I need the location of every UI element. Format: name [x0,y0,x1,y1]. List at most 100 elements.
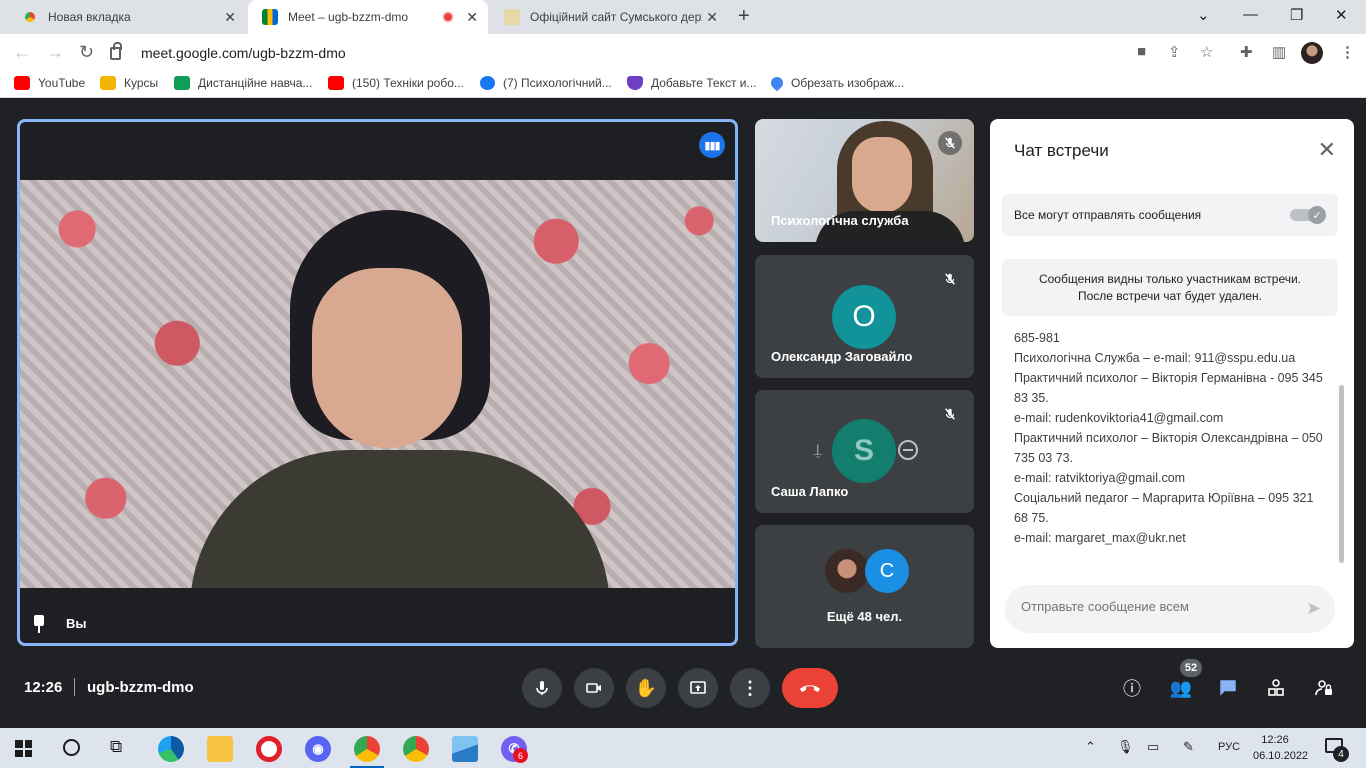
pen-icon[interactable]: ✎ [1183,739,1194,755]
menu-icon[interactable]: ⋮ [1340,43,1355,61]
bookmarks-bar: YouTube Курсы Дистанційне навча... (150)… [0,71,1366,98]
share-icon[interactable]: ⇪ [1168,43,1181,61]
pin-icon[interactable]: ⍊ [813,442,823,460]
bookmark-psychology[interactable]: (7) Психологічний... [480,76,612,90]
windows-start-icon[interactable] [15,740,32,757]
url-text: meet.google.com/ugb-bzzm-dmo [141,44,346,61]
hand-icon: ✋ [634,677,658,698]
tab-search-icon[interactable]: ⌄ [1197,6,1210,24]
notification-count-badge: 4 [1333,746,1349,762]
tab-sspu[interactable]: Офіційний сайт Сумського держ ✕ [490,0,728,34]
tab-title: Meet – ugb-bzzm-dmo [288,10,409,24]
avatar-group: С [825,549,915,593]
opera-icon[interactable] [256,736,282,762]
chat-message: e-mail: margaret_max@ukr.net [1014,531,1186,545]
participant-name: Олександр Заговайло [771,349,913,364]
url-field[interactable]: meet.google.com/ugb-bzzm-dmo [110,38,1110,67]
raise-hand-button[interactable]: ✋ [626,668,666,708]
tab-new-tab[interactable]: Новая вкладка ✕ [8,0,246,34]
photos-icon[interactable] [452,736,478,762]
close-tab-icon[interactable]: ✕ [466,9,478,26]
avatar: О [832,285,896,349]
mic-off-icon [938,131,962,155]
chat-message-input[interactable] [1021,599,1281,614]
close-tab-icon[interactable]: ✕ [706,9,718,26]
chrome-icon[interactable] [354,736,380,762]
host-controls-icon[interactable] [1311,675,1337,701]
show-hidden-icons-icon[interactable]: ⌃ [1085,739,1096,755]
address-bar: ← → ↻ meet.google.com/ugb-bzzm-dmo ■ ⇪ ☆… [0,34,1366,71]
chat-message: Практичний психолог – Вікторія Олександр… [1014,431,1323,465]
new-tab-icon[interactable]: + [738,5,750,28]
leave-call-button[interactable] [782,668,838,708]
bookmark-label: Курсы [124,76,159,90]
reload-icon[interactable]: ↻ [79,42,94,63]
search-icon[interactable] [63,739,80,756]
pin-icon[interactable] [32,615,46,633]
back-icon[interactable]: ← [13,42,31,63]
microphone-tray-icon[interactable]: 🎙 [1117,739,1134,755]
chat-icon[interactable] [1215,675,1241,701]
recording-icon [442,11,454,23]
notice-text: После встречи чат будет удален. [1077,289,1262,303]
microphone-button[interactable] [522,668,562,708]
allow-messages-toggle[interactable]: ✓ [1290,206,1326,224]
language-indicator[interactable]: РУС [1218,741,1240,753]
tab-meet[interactable]: Meet – ugb-bzzm-dmo ✕ [248,0,488,34]
bookmark-youtube[interactable]: YouTube [14,76,85,90]
battery-icon[interactable]: ▭ [1147,739,1159,755]
side-panel-icon[interactable]: ▥ [1272,43,1286,61]
remove-participant-icon[interactable] [898,440,918,460]
bookmark-crop-image[interactable]: Обрезать изображ... [768,74,904,92]
task-view-icon[interactable]: ⧉ [110,737,122,757]
bookmark-techniques[interactable]: (150) Техніки робо... [328,76,464,90]
taskbar-clock[interactable]: 12:26 06.10.2022 [1253,732,1308,764]
chat-notice: Сообщения видны только участникам встреч… [1002,259,1338,316]
camera-permission-icon[interactable]: ■ [1137,43,1146,60]
more-participants-tile[interactable]: С Ещё 48 чел. [755,525,974,648]
meeting-code: ugb-bzzm-dmo [87,679,194,696]
participants-count-badge: 52 [1180,659,1202,677]
chat-message: 685-981 [1014,331,1060,345]
courses-icon [100,76,116,90]
discord-icon[interactable]: ◉ [305,736,331,762]
chat-input-box[interactable]: ➤ [1005,585,1335,633]
file-explorer-icon[interactable] [207,736,233,762]
browser-tab-bar: Новая вкладка ✕ Meet – ugb-bzzm-dmo ✕ Оф… [0,0,1366,34]
bookmark-courses[interactable]: Курсы [100,76,158,90]
toggle-label: Все могут отправлять сообщения [1014,208,1202,222]
close-icon[interactable]: ✕ [1318,137,1336,163]
camera-icon [586,683,601,693]
chat-message: e-mail: ratviktoriya@gmail.com [1014,471,1186,485]
people-icon[interactable]: 👥 [1168,675,1194,701]
minimize-icon[interactable]: — [1243,6,1258,23]
close-window-icon[interactable]: ✕ [1335,6,1348,24]
bookmark-star-icon[interactable]: ☆ [1200,43,1213,61]
more-options-button[interactable]: ⋮ [730,668,770,708]
activities-icon[interactable] [1263,675,1289,701]
chrome-icon[interactable] [403,736,429,762]
clock-time: 12:26 [1261,734,1289,746]
meeting-details-icon[interactable]: ⓘ [1119,675,1145,701]
bookmark-add-text[interactable]: Добавьте Текст и... [627,76,757,90]
send-icon[interactable]: ➤ [1306,598,1321,619]
divider [74,678,75,696]
chat-scrollbar[interactable] [1339,385,1344,563]
forward-icon[interactable]: → [46,42,64,63]
present-screen-button[interactable] [678,668,718,708]
bookmark-distance-learning[interactable]: Дистанційне навча... [174,76,312,90]
shield-icon [627,76,643,90]
youtube-icon [328,76,344,90]
restore-icon[interactable]: ❐ [1290,6,1303,24]
extensions-icon[interactable]: ✚ [1240,43,1253,61]
edge-icon[interactable] [158,736,184,762]
viber-badge: 6 [513,748,528,763]
participant-tile-psych-service[interactable]: Психологічна служба [755,119,974,242]
main-video-tile[interactable]: ▮▮▮ Вы [17,119,738,646]
profile-avatar[interactable] [1301,42,1323,64]
participant-tile-sasha[interactable]: S ⍊ Саша Лапко [755,390,974,513]
close-tab-icon[interactable]: ✕ [224,9,236,26]
camera-button[interactable] [574,668,614,708]
participant-tile-oleksandr[interactable]: О Олександр Заговайло [755,255,974,378]
notice-text: Сообщения видны только участникам встреч… [1038,272,1302,286]
